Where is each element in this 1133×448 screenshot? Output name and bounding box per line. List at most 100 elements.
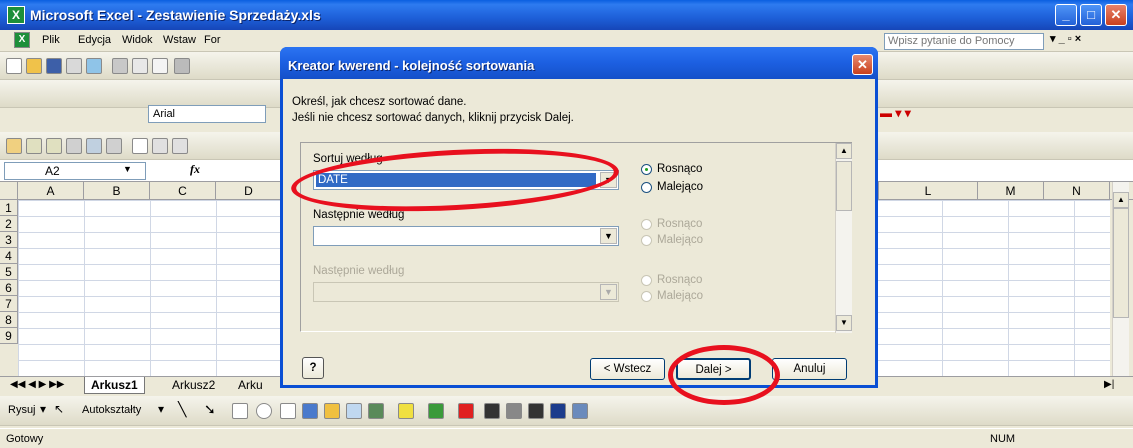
help-question-input[interactable]: Wpisz pytanie do Pomocy [884,33,1044,50]
open-icon[interactable] [26,58,42,74]
column-header[interactable]: D [216,182,282,200]
draw-menu-arrow-icon[interactable]: ▾ [40,402,46,416]
scroll-down-icon[interactable]: ▼ [836,315,852,331]
save-icon[interactable] [46,58,62,74]
toolbar-icon-8[interactable] [152,138,168,154]
chevron-down-icon[interactable]: ▼ [600,172,617,188]
minimize-button[interactable]: _ [1055,4,1077,26]
shadow-icon[interactable] [550,403,566,419]
line-icon[interactable]: ╲ [178,401,186,418]
textbox-icon[interactable] [280,403,296,419]
column-header[interactable]: M [978,182,1044,200]
toolbar-icon-1[interactable] [6,138,22,154]
row-header[interactable]: 4 [0,248,18,264]
toolbar-icon-3[interactable] [46,138,62,154]
draw-menu-button[interactable]: Rysuj [8,404,36,416]
scroll-up-icon[interactable]: ▲ [836,143,852,159]
fill-color-icon[interactable] [398,403,414,419]
font-name-box[interactable]: Arial [148,105,266,123]
chevron-down-icon[interactable]: ▼ [600,284,617,300]
sort1-ascending-radio[interactable]: Rosnąco [641,163,702,175]
oval-icon[interactable] [256,403,272,419]
wordart-icon[interactable] [302,403,318,419]
arrow-icon[interactable]: ➘ [204,401,216,418]
scroll-thumb[interactable] [836,161,852,211]
clipart-icon[interactable] [346,403,362,419]
column-header[interactable]: B [84,182,150,200]
column-header[interactable]: C [150,182,216,200]
new-icon[interactable] [6,58,22,74]
row-header[interactable]: 6 [0,280,18,296]
hscroll-right-icon[interactable]: ▶| [1098,377,1120,394]
email-icon[interactable] [86,58,102,74]
sheet-tab-active[interactable]: Arkusz1 [84,377,145,394]
picture-icon[interactable] [368,403,384,419]
row-header[interactable]: 7 [0,296,18,312]
tab-nav-icons[interactable]: ◀◀ ◀ ▶ ▶▶ [4,377,70,394]
next-button[interactable]: Dalej > [676,358,751,380]
spelling-icon[interactable] [152,58,168,74]
sort3-ascending-radio[interactable]: Rosnąco [641,274,702,286]
row-header[interactable]: 1 [0,200,18,216]
chevron-down-icon[interactable]: ▼ [600,228,617,244]
workbook-icon[interactable]: X [14,32,30,48]
print-icon[interactable] [112,58,128,74]
font-color-dropdown-icon[interactable]: ▬ ▾ ▾ [880,106,930,124]
toolbar-icon-6[interactable] [106,138,122,154]
maximize-button[interactable]: □ [1080,4,1102,26]
row-header[interactable]: 2 [0,216,18,232]
print-preview-icon[interactable] [132,58,148,74]
toolbar-icon-7[interactable] [132,138,148,154]
row-header[interactable]: 5 [0,264,18,280]
sort-panel-scrollbar[interactable]: ▲ ▼ [835,143,852,333]
permission-icon[interactable] [66,58,82,74]
font-color-draw-icon[interactable] [458,403,474,419]
line-style-icon[interactable] [484,403,500,419]
arrow-style-icon[interactable] [528,403,544,419]
menu-window-controls[interactable]: ▾ _ ▫ × [1050,32,1081,45]
row-header[interactable]: 9 [0,328,18,344]
back-button[interactable]: < Wstecz [590,358,665,380]
line-color-icon[interactable] [428,403,444,419]
dialog-close-button[interactable]: ✕ [852,54,873,75]
select-pointer-icon[interactable]: ↖ [54,402,64,416]
toolbar-icon-9[interactable] [172,138,188,154]
sort3-field-select[interactable]: ▼ [313,282,619,302]
sort3-descending-radio[interactable]: Malejąco [641,290,703,302]
column-header[interactable]: A [18,182,84,200]
sheet-tab[interactable]: Arkusz2 [166,377,221,394]
help-button[interactable]: ? [302,357,324,379]
menu-edit[interactable]: Edycja [78,34,111,46]
name-box[interactable]: A2 ▼ [4,162,146,180]
menu-format[interactable]: For [204,34,221,46]
sort2-descending-radio[interactable]: Malejąco [641,234,703,246]
sheet-vertical-scrollbar[interactable]: ▲ [1112,182,1129,376]
toolbar-icon-5[interactable] [86,138,102,154]
function-icon[interactable]: fx [190,162,200,177]
autoshapes-arrow-icon[interactable]: ▾ [158,402,164,416]
sort1-descending-radio[interactable]: Malejąco [641,181,703,193]
sort2-field-select[interactable]: ▼ [313,226,619,246]
toolbar-icon-2[interactable] [26,138,42,154]
sort2-ascending-radio[interactable]: Rosnąco [641,218,702,230]
sort1-field-select[interactable]: DATE ▼ [313,170,619,190]
diagram-icon[interactable] [324,403,340,419]
cancel-button[interactable]: Anuluj [772,358,847,380]
toolbar-icon-4[interactable] [66,138,82,154]
close-button[interactable]: ✕ [1105,4,1127,26]
rectangle-icon[interactable] [232,403,248,419]
column-header[interactable]: N [1044,182,1110,200]
select-all-corner[interactable] [0,182,18,200]
menu-file[interactable]: Plik [42,34,60,46]
cut-icon[interactable] [174,58,190,74]
dash-style-icon[interactable] [506,403,522,419]
sheet-tab[interactable]: Arku [232,377,269,394]
menu-view[interactable]: Widok [122,34,153,46]
row-header[interactable]: 3 [0,232,18,248]
row-header[interactable]: 8 [0,312,18,328]
3d-icon[interactable] [572,403,588,419]
menu-insert[interactable]: Wstaw [163,34,196,46]
scroll-thumb[interactable] [1113,208,1129,318]
column-header[interactable]: L [878,182,978,200]
scroll-up-icon[interactable]: ▲ [1113,192,1129,208]
